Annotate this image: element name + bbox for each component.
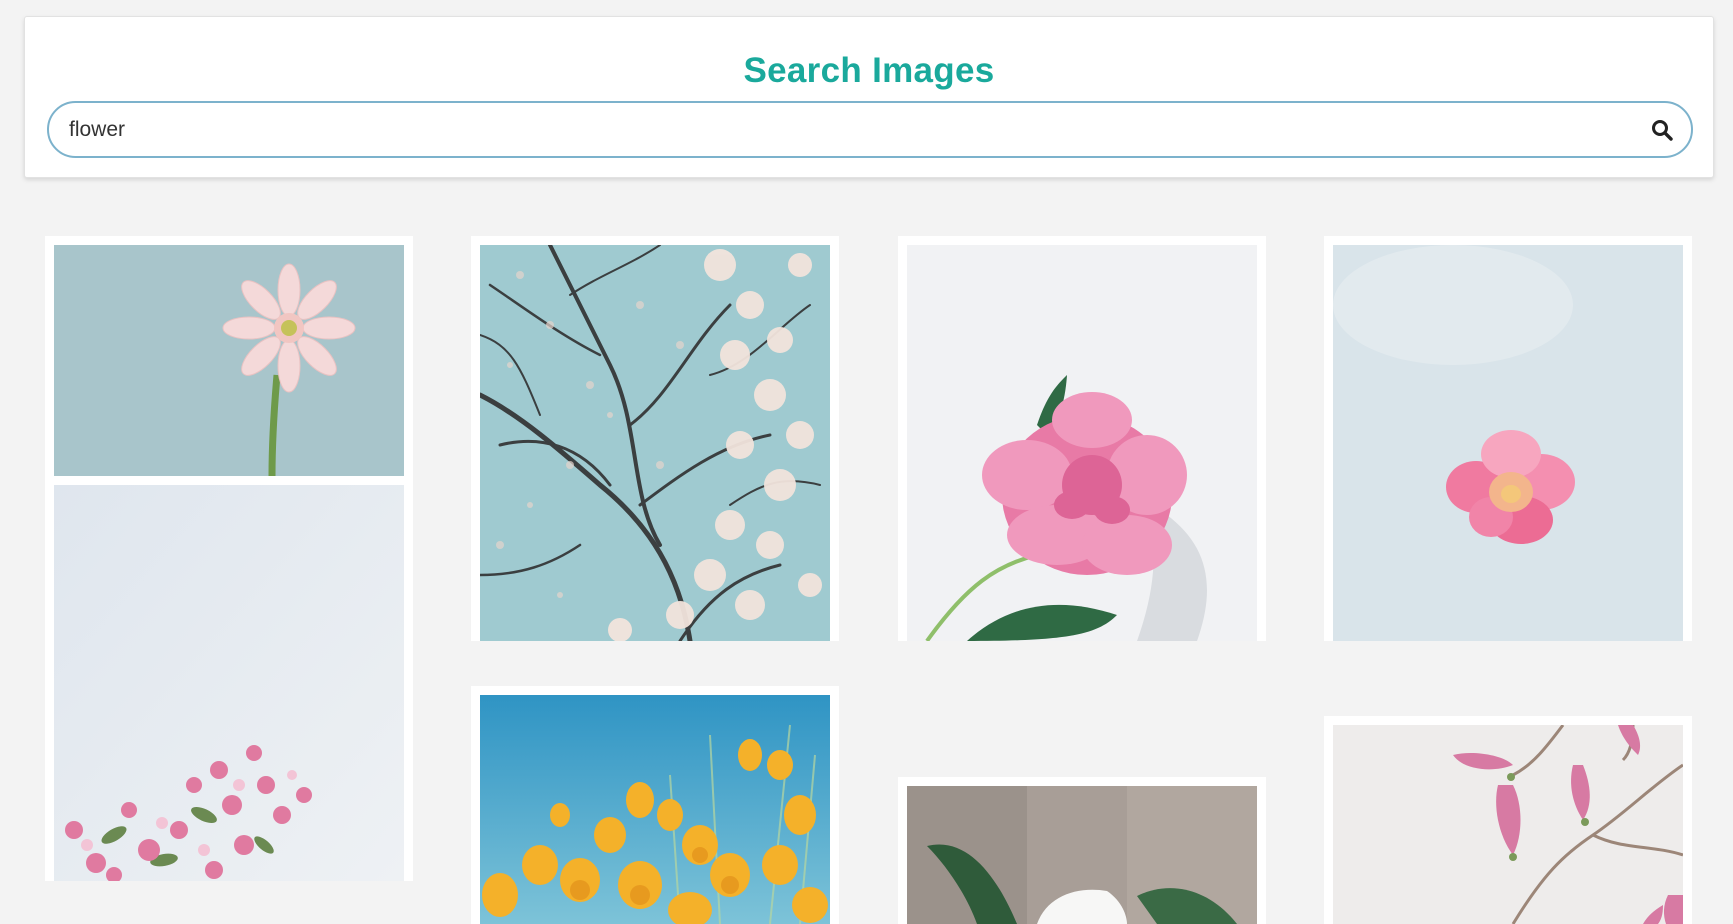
result-image-magnolia-buds[interactable]	[1333, 725, 1683, 924]
result-image-pink-gerbera[interactable]	[54, 245, 404, 476]
result-image-pink-peony[interactable]	[907, 245, 1257, 641]
result-image-magnolia-tree[interactable]	[480, 245, 830, 641]
image-card[interactable]	[898, 777, 1266, 924]
image-card[interactable]	[471, 686, 839, 924]
result-image-yellow-poppies[interactable]	[480, 695, 830, 924]
search-icon	[1652, 120, 1673, 141]
search-box[interactable]	[47, 101, 1693, 158]
image-card[interactable]	[45, 236, 413, 881]
image-card[interactable]	[1324, 716, 1692, 924]
search-input[interactable]	[69, 103, 1629, 156]
image-card[interactable]	[898, 236, 1266, 641]
image-card[interactable]	[471, 236, 839, 641]
result-image-white-flower[interactable]	[907, 786, 1257, 924]
result-image-pink-blossoms[interactable]	[54, 485, 404, 881]
result-image-pink-rose[interactable]	[1333, 245, 1683, 641]
page-title: Search Images	[743, 51, 995, 90]
image-card[interactable]	[1324, 236, 1692, 641]
search-header-card: Search Images	[24, 16, 1714, 178]
search-button[interactable]	[1647, 115, 1677, 145]
